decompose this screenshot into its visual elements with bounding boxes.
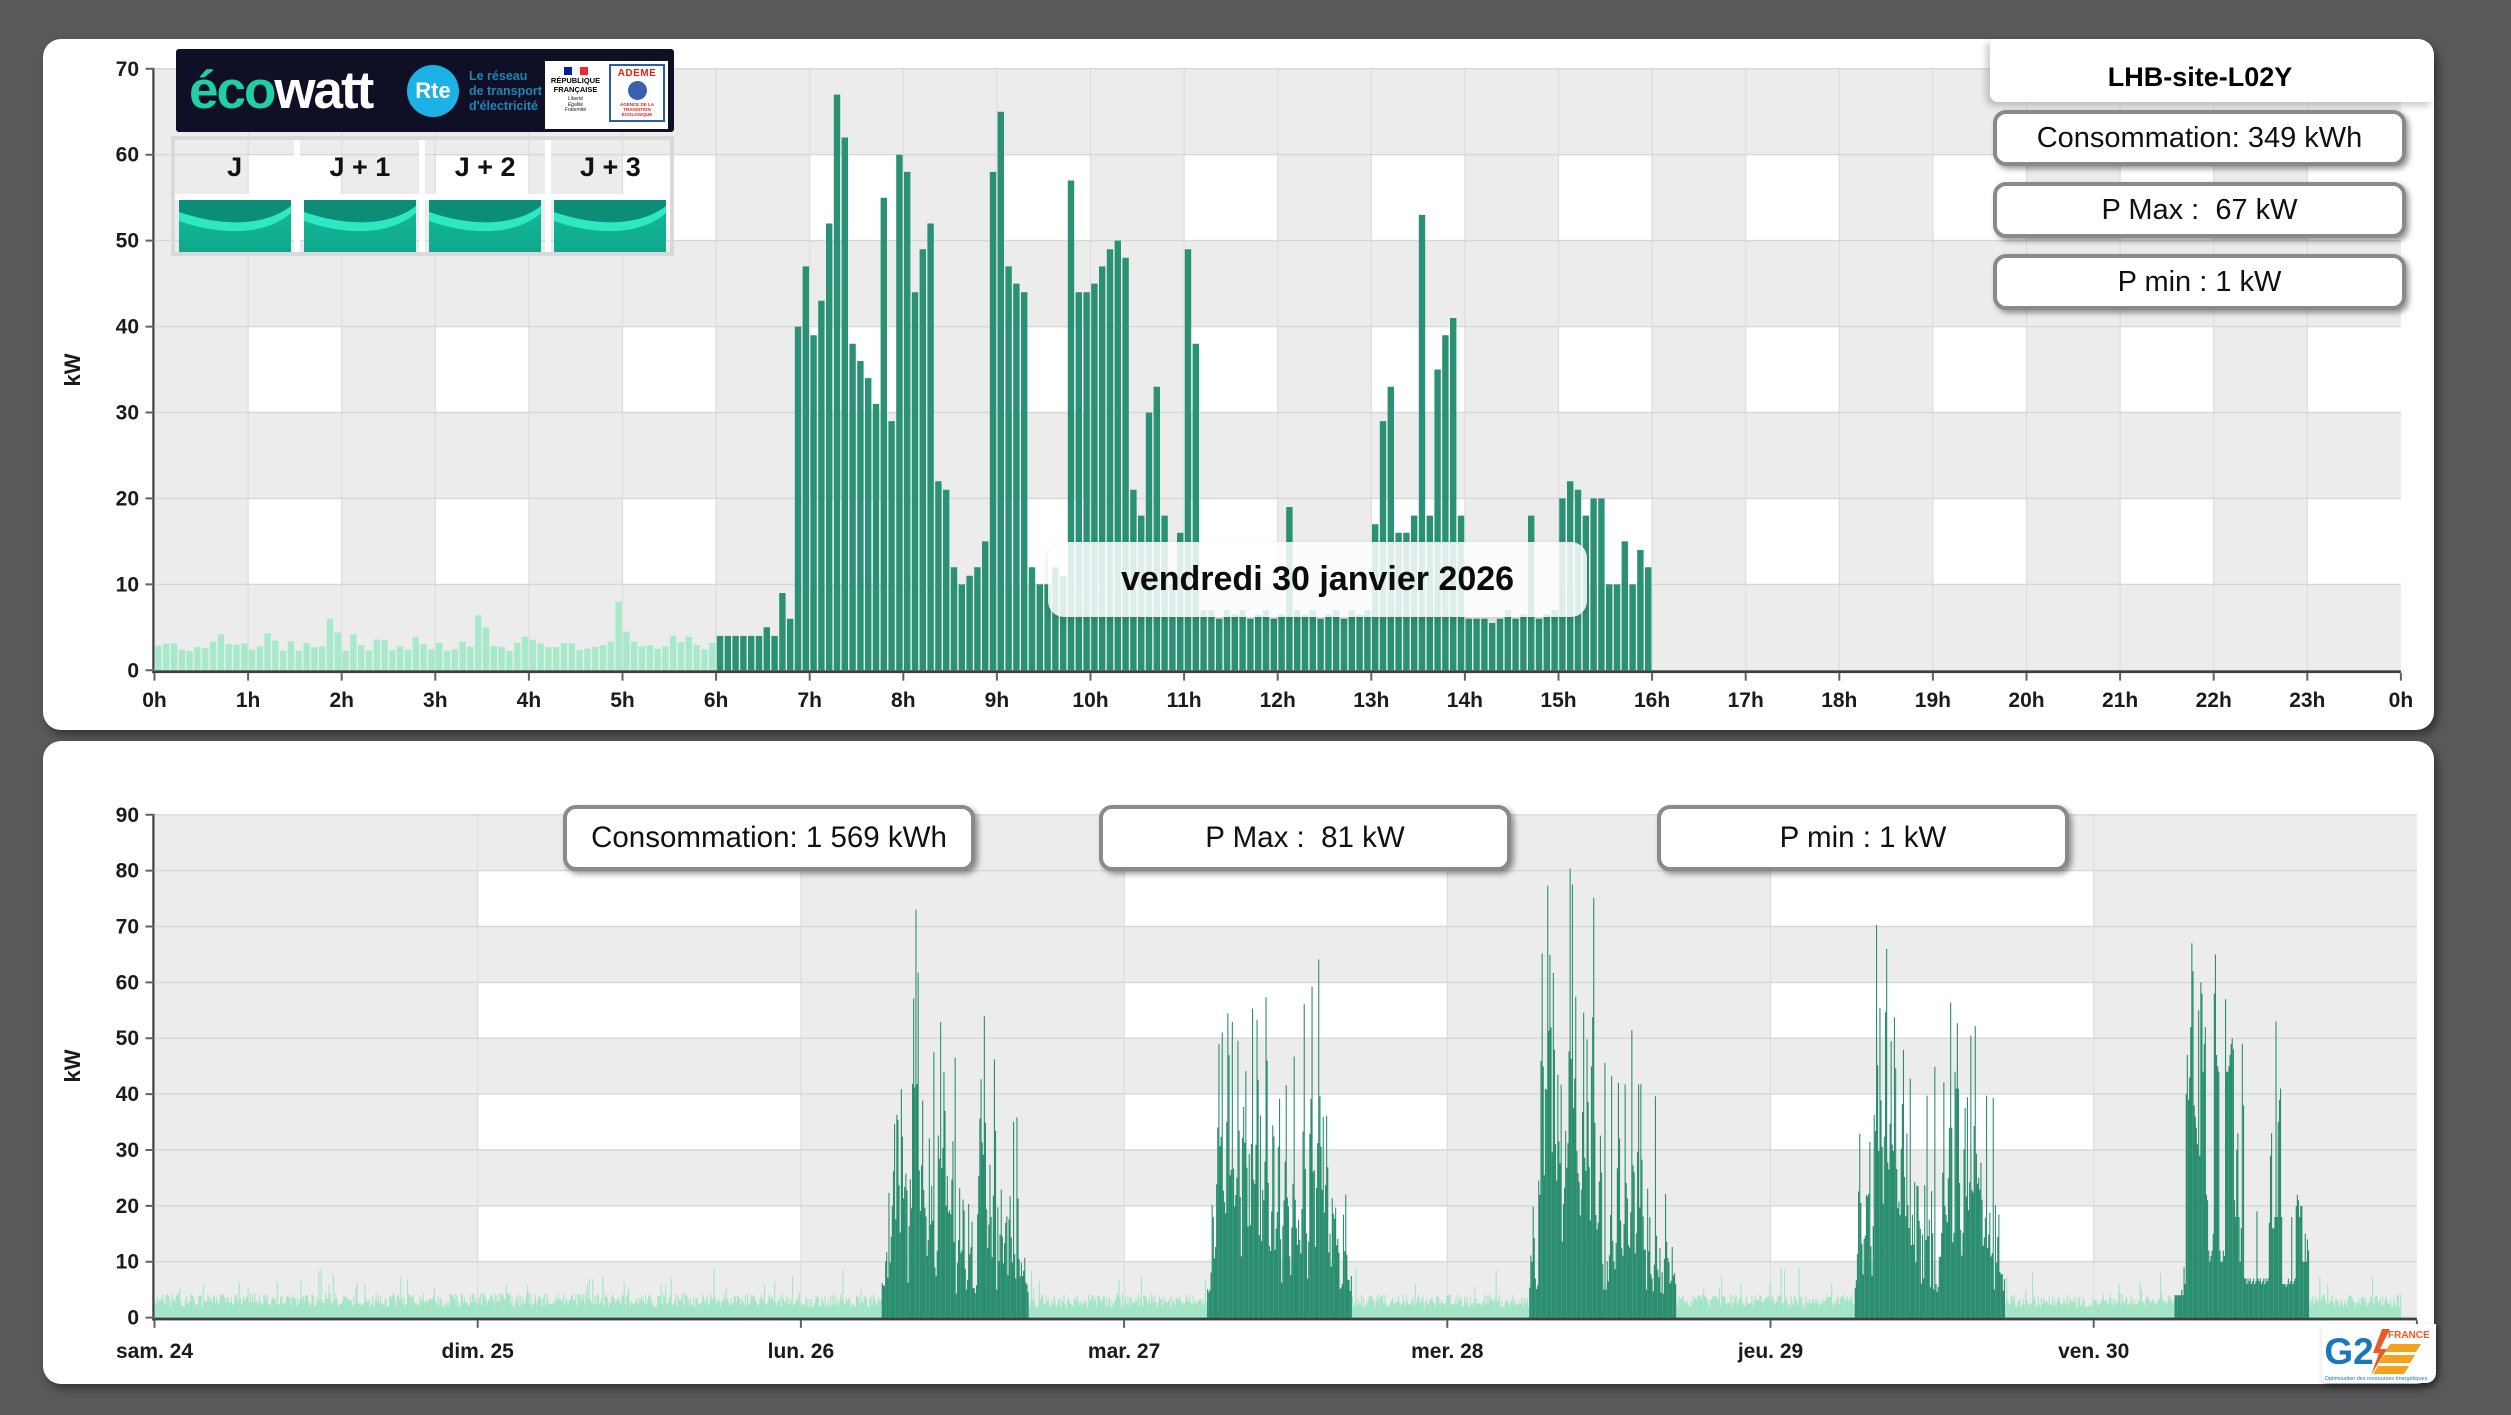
svg-text:90: 90 xyxy=(116,804,139,827)
svg-text:80: 80 xyxy=(116,860,139,883)
svg-text:11h: 11h xyxy=(1167,689,1202,712)
svg-text:2h: 2h xyxy=(329,689,354,712)
svg-text:8h: 8h xyxy=(891,689,916,712)
svg-text:50: 50 xyxy=(116,1027,139,1050)
svg-text:5h: 5h xyxy=(610,689,635,712)
svg-text:70: 70 xyxy=(116,58,139,81)
svg-text:mar. 27: mar. 27 xyxy=(1088,1340,1160,1363)
svg-text:14h: 14h xyxy=(1447,689,1483,712)
svg-text:60: 60 xyxy=(116,971,139,994)
svg-text:30: 30 xyxy=(116,1139,139,1162)
svg-text:23h: 23h xyxy=(2289,689,2325,712)
svg-text:1h: 1h xyxy=(236,689,261,712)
svg-text:20h: 20h xyxy=(2008,689,2044,712)
svg-text:40: 40 xyxy=(116,1083,139,1106)
svg-text:mer. 28: mer. 28 xyxy=(1411,1340,1484,1363)
svg-text:16h: 16h xyxy=(1634,689,1670,712)
svg-text:7h: 7h xyxy=(797,689,822,712)
svg-text:10: 10 xyxy=(116,573,139,596)
svg-text:Optimisation des ressources én: Optimisation des ressources énergétiques xyxy=(2325,1376,2428,1382)
svg-text:30: 30 xyxy=(116,402,139,425)
svg-text:kW: kW xyxy=(60,353,85,386)
svg-text:0h: 0h xyxy=(142,689,167,712)
svg-text:40: 40 xyxy=(116,316,139,339)
svg-text:FRANCE: FRANCE xyxy=(2388,1330,2430,1341)
svg-text:60: 60 xyxy=(116,144,139,167)
svg-text:13h: 13h xyxy=(1353,689,1389,712)
svg-text:10: 10 xyxy=(116,1251,139,1274)
svg-text:4h: 4h xyxy=(517,689,542,712)
svg-text:20: 20 xyxy=(116,1195,139,1218)
svg-text:6h: 6h xyxy=(704,689,729,712)
svg-text:3h: 3h xyxy=(423,689,448,712)
svg-text:kW: kW xyxy=(60,1049,85,1082)
svg-text:10h: 10h xyxy=(1072,689,1108,712)
svg-text:20: 20 xyxy=(116,487,139,510)
svg-text:70: 70 xyxy=(116,916,139,939)
svg-text:17h: 17h xyxy=(1728,689,1764,712)
svg-text:22h: 22h xyxy=(2196,689,2232,712)
svg-text:ven. 30: ven. 30 xyxy=(2058,1340,2129,1363)
svg-text:dim. 25: dim. 25 xyxy=(442,1340,515,1363)
svg-text:0h: 0h xyxy=(2389,689,2414,712)
svg-text:15h: 15h xyxy=(1540,689,1576,712)
svg-text:19h: 19h xyxy=(1915,689,1951,712)
svg-text:9h: 9h xyxy=(985,689,1010,712)
svg-text:0: 0 xyxy=(127,659,139,682)
svg-text:G2: G2 xyxy=(2324,1331,2373,1372)
svg-text:21h: 21h xyxy=(2102,689,2138,712)
svg-text:lun. 26: lun. 26 xyxy=(768,1340,835,1363)
svg-text:12h: 12h xyxy=(1260,689,1296,712)
svg-text:0: 0 xyxy=(127,1307,139,1330)
svg-text:sam. 24: sam. 24 xyxy=(116,1340,193,1363)
svg-text:50: 50 xyxy=(116,230,139,253)
svg-text:18h: 18h xyxy=(1821,689,1857,712)
svg-text:jeu. 29: jeu. 29 xyxy=(1737,1340,1803,1363)
